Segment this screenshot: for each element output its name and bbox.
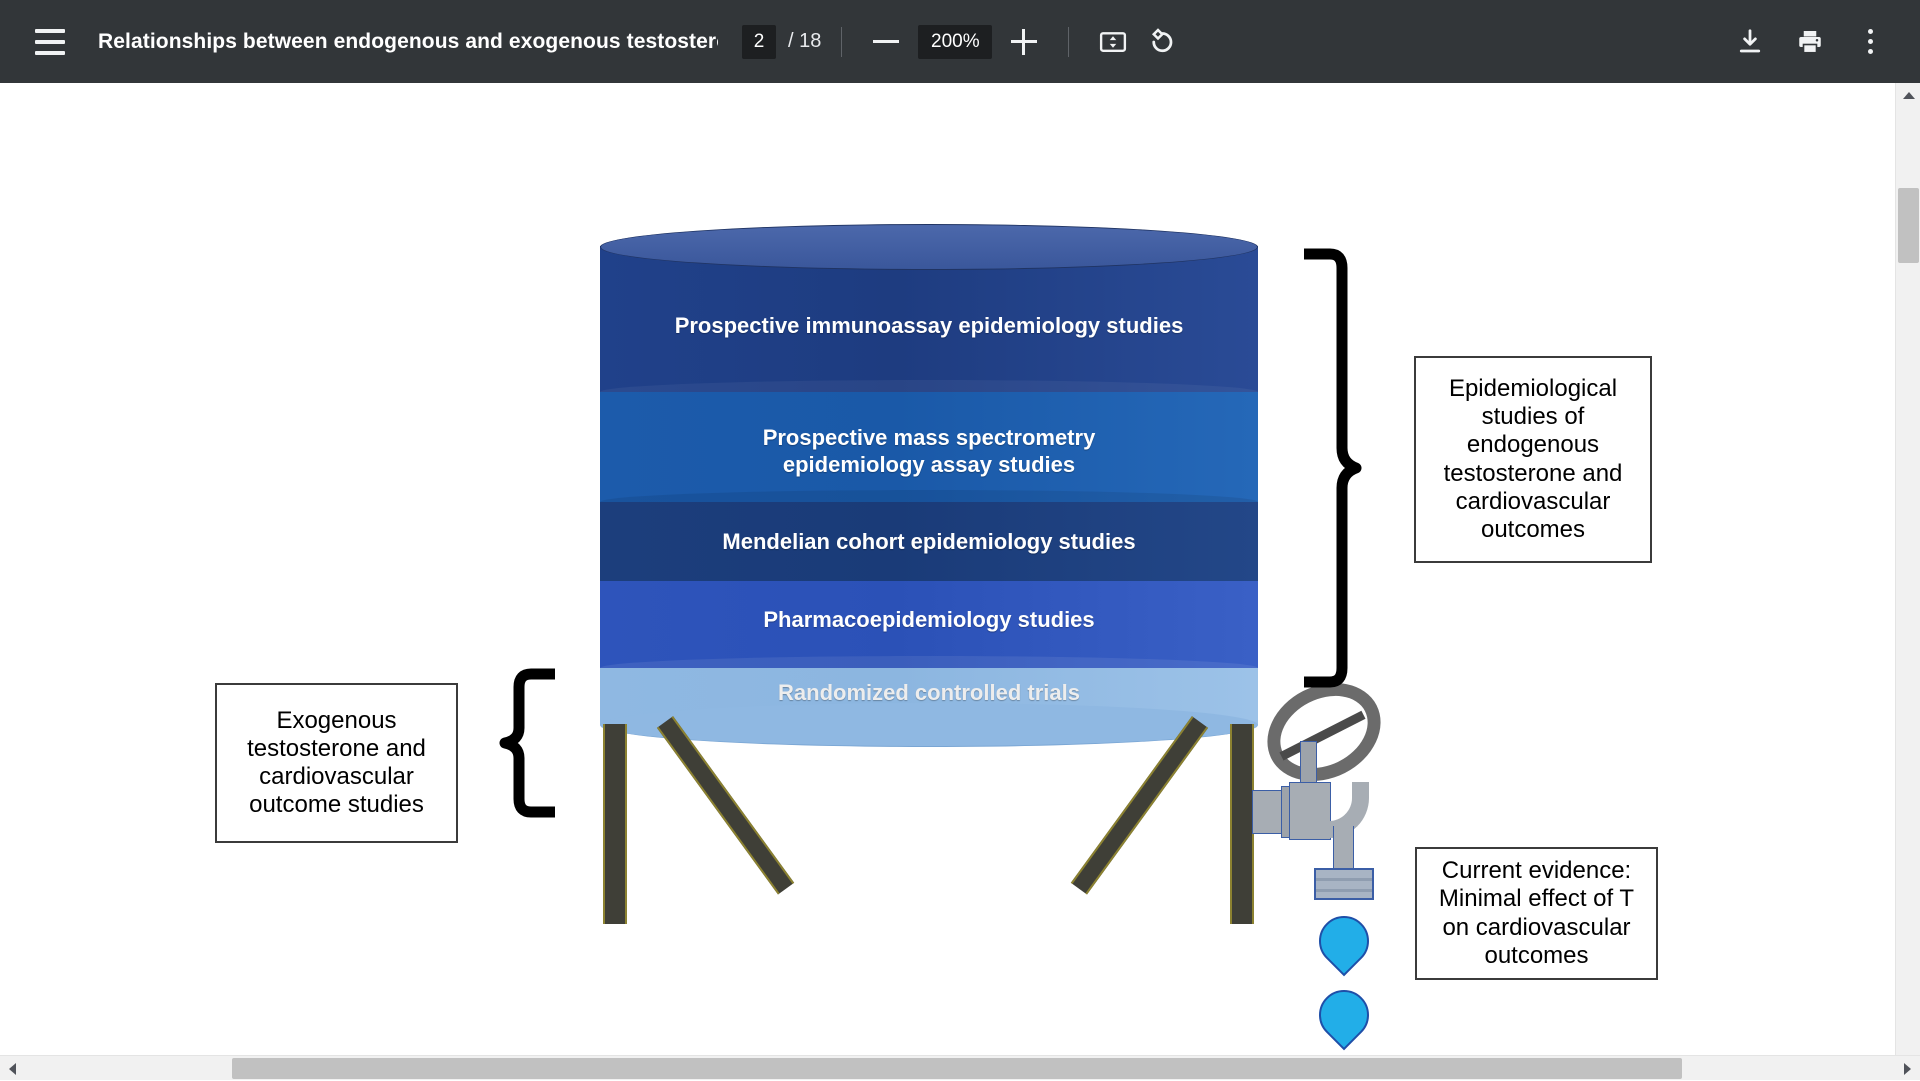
band-label-mass-spectrometry: Prospective mass spectrometry epidemiolo… bbox=[600, 424, 1258, 479]
pdf-page-canvas: Prospective immunoassay epidemiology stu… bbox=[0, 83, 1895, 1048]
callout-exogenous-studies: Exogenous testosterone and cardiovascula… bbox=[215, 683, 458, 843]
fit-to-page-button[interactable] bbox=[1089, 18, 1137, 66]
right-curly-brace bbox=[1300, 248, 1370, 688]
more-options-button[interactable] bbox=[1846, 18, 1894, 66]
toolbar-divider bbox=[1068, 27, 1069, 57]
tank-valve-assembly bbox=[1255, 686, 1395, 866]
left-curly-brace bbox=[495, 668, 565, 818]
download-button[interactable] bbox=[1726, 18, 1774, 66]
vertical-scrollbar-thumb[interactable] bbox=[1898, 188, 1919, 263]
pdf-viewer-area[interactable]: Prospective immunoassay epidemiology stu… bbox=[0, 83, 1920, 1080]
band-label-line: Prospective mass spectrometry bbox=[600, 424, 1258, 451]
zoom-out-button[interactable] bbox=[862, 18, 910, 66]
band-label-pharmacoepidemiology: Pharmacoepidemiology studies bbox=[600, 606, 1258, 633]
pipe-downspout bbox=[1333, 826, 1354, 874]
water-drop-shape bbox=[1309, 906, 1380, 977]
minus-icon bbox=[873, 40, 899, 43]
rotate-counterclockwise-icon bbox=[1146, 27, 1176, 57]
valve-stem bbox=[1300, 741, 1317, 786]
page-total-label: / 18 bbox=[788, 30, 821, 53]
tank-leg-right bbox=[1230, 724, 1254, 924]
document-title: Relationships between endogenous and exo… bbox=[98, 30, 718, 54]
water-drop-icon bbox=[1319, 900, 1369, 966]
page-navigation-group: 2 / 18 bbox=[742, 25, 821, 59]
scroll-left-button[interactable] bbox=[0, 1056, 25, 1081]
print-button[interactable] bbox=[1786, 18, 1834, 66]
scroll-up-button[interactable] bbox=[1896, 83, 1920, 108]
menu-line bbox=[35, 40, 65, 44]
spout-cap bbox=[1314, 868, 1374, 900]
scroll-right-button[interactable] bbox=[1895, 1056, 1920, 1081]
print-icon bbox=[1795, 27, 1825, 57]
rotate-button[interactable] bbox=[1137, 18, 1185, 66]
more-dot bbox=[1868, 29, 1873, 34]
triangle-left-icon bbox=[9, 1063, 16, 1075]
hamburger-menu-icon[interactable] bbox=[22, 14, 78, 70]
band-label-immunoassay: Prospective immunoassay epidemiology stu… bbox=[600, 312, 1258, 339]
zoom-level-input[interactable]: 200% bbox=[918, 25, 992, 59]
toolbar-divider bbox=[841, 27, 842, 57]
band-label-mendelian: Mendelian cohort epidemiology studies bbox=[600, 528, 1258, 555]
band-label-rct: Randomized controlled trials bbox=[600, 679, 1258, 706]
menu-line bbox=[35, 51, 65, 55]
callout-endogenous-studies: Epidemiological studies of endogenous te… bbox=[1414, 356, 1652, 563]
horizontal-scrollbar-thumb[interactable] bbox=[232, 1058, 1682, 1079]
page-number-input[interactable]: 2 bbox=[742, 25, 776, 59]
tank-leg-left bbox=[603, 724, 627, 924]
download-icon bbox=[1735, 27, 1765, 57]
fit-to-page-icon bbox=[1098, 27, 1128, 57]
tank-top-ellipse bbox=[600, 224, 1258, 270]
water-drop-shape bbox=[1309, 980, 1380, 1051]
more-dot bbox=[1868, 49, 1873, 54]
tank-bottom-ellipse bbox=[600, 703, 1258, 747]
menu-line bbox=[35, 29, 65, 33]
callout-current-evidence: Current evidence: Minimal effect of T on… bbox=[1415, 847, 1658, 980]
pdf-viewer-toolbar: Relationships between endogenous and exo… bbox=[0, 0, 1920, 83]
vertical-scrollbar[interactable] bbox=[1895, 83, 1920, 1080]
band-label-line: epidemiology assay studies bbox=[600, 451, 1258, 478]
triangle-right-icon bbox=[1904, 1063, 1911, 1075]
water-drop-icon bbox=[1319, 974, 1369, 1040]
more-dot bbox=[1868, 39, 1873, 44]
toolbar-right-actions bbox=[1726, 18, 1894, 66]
zoom-in-button[interactable] bbox=[1000, 18, 1048, 66]
triangle-up-icon bbox=[1903, 92, 1915, 99]
horizontal-scrollbar[interactable] bbox=[0, 1055, 1920, 1080]
evidence-tank-diagram: Prospective immunoassay epidemiology stu… bbox=[600, 246, 1258, 852]
